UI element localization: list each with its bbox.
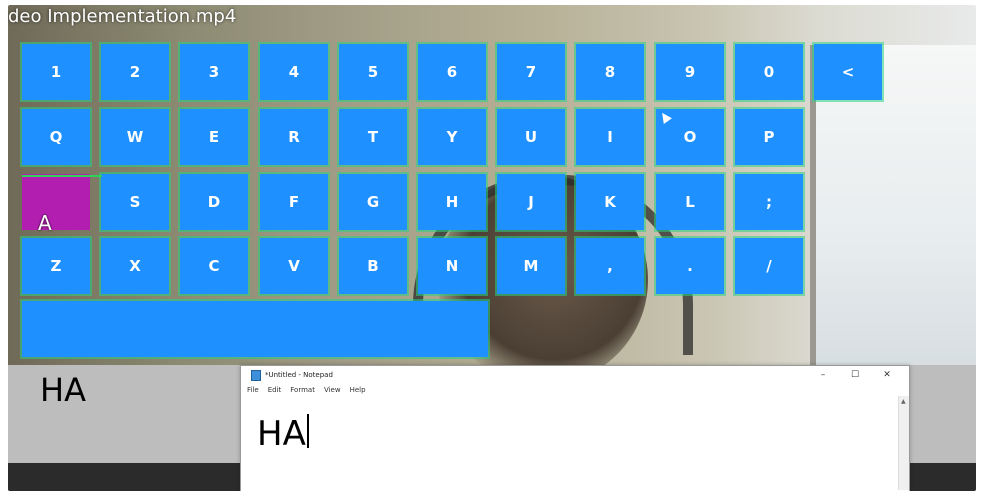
hand-tracking-line <box>22 175 102 177</box>
notepad-text-area[interactable]: HA <box>241 396 897 490</box>
video-title: deo Implementation.mp4 <box>8 6 237 27</box>
key-0-6[interactable]: 7 <box>497 44 565 100</box>
space-key[interactable] <box>22 301 488 357</box>
notepad-scrollbar[interactable]: ▲ <box>898 396 909 490</box>
key-3-2[interactable]: C <box>180 238 248 294</box>
key-3-3[interactable]: V <box>260 238 328 294</box>
key-3-4[interactable]: B <box>339 238 407 294</box>
key-0-10[interactable]: < <box>814 44 882 100</box>
key-2-3[interactable]: F <box>260 174 328 230</box>
notepad-content-wrap: HA <box>257 414 309 454</box>
key-1-7[interactable]: I <box>576 109 644 165</box>
key-0-8[interactable]: 9 <box>656 44 724 100</box>
key-2-5[interactable]: H <box>418 174 486 230</box>
hover-letter: A <box>38 211 52 235</box>
key-3-5[interactable]: N <box>418 238 486 294</box>
key-2-1[interactable]: S <box>101 174 169 230</box>
key-0-0[interactable]: 1 <box>22 44 90 100</box>
key-0-4[interactable]: 5 <box>339 44 407 100</box>
key-3-8[interactable]: . <box>656 238 724 294</box>
key-1-4[interactable]: T <box>339 109 407 165</box>
key-3-7[interactable]: , <box>576 238 644 294</box>
notepad-content: HA <box>257 414 306 454</box>
key-0-9[interactable]: 0 <box>735 44 803 100</box>
menu-file[interactable]: File <box>247 386 259 394</box>
notepad-window[interactable]: *Untitled - Notepad – ☐ ✕ File Edit Form… <box>240 365 910 491</box>
typed-text-overlay: HA <box>40 371 86 409</box>
key-2-7[interactable]: K <box>576 174 644 230</box>
key-0-5[interactable]: 6 <box>418 44 486 100</box>
key-2-8[interactable]: L <box>656 174 724 230</box>
menu-edit[interactable]: Edit <box>268 386 282 394</box>
key-3-1[interactable]: X <box>101 238 169 294</box>
key-2-4[interactable]: G <box>339 174 407 230</box>
key-1-3[interactable]: R <box>260 109 328 165</box>
key-3-9[interactable]: / <box>735 238 803 294</box>
key-1-5[interactable]: Y <box>418 109 486 165</box>
menu-view[interactable]: View <box>324 386 341 394</box>
scroll-up-icon[interactable]: ▲ <box>901 398 906 405</box>
key-2-0[interactable] <box>22 174 90 230</box>
key-1-0[interactable]: Q <box>22 109 90 165</box>
window-controls: – ☐ ✕ <box>807 366 903 384</box>
key-0-3[interactable]: 4 <box>260 44 328 100</box>
notepad-icon <box>251 369 261 381</box>
notepad-menubar: File Edit Format View Help <box>241 384 909 396</box>
key-0-1[interactable]: 2 <box>101 44 169 100</box>
minimize-button[interactable]: – <box>807 370 839 380</box>
key-2-2[interactable]: D <box>180 174 248 230</box>
key-1-2[interactable]: E <box>180 109 248 165</box>
video-player: deo Implementation.mp4 1 2 3 4 5 6 7 8 9 0 < Q W E R T Y… <box>8 5 976 491</box>
close-button[interactable]: ✕ <box>871 370 903 380</box>
menu-help[interactable]: Help <box>350 386 366 394</box>
key-3-0[interactable]: Z <box>22 238 90 294</box>
notepad-titlebar[interactable]: *Untitled - Notepad – ☐ ✕ <box>241 366 909 384</box>
maximize-button[interactable]: ☐ <box>839 370 871 380</box>
text-caret <box>306 414 309 448</box>
notepad-title: *Untitled - Notepad <box>265 371 333 379</box>
key-0-2[interactable]: 3 <box>180 44 248 100</box>
key-2-6[interactable]: J <box>497 174 565 230</box>
menu-format[interactable]: Format <box>290 386 315 394</box>
key-1-1[interactable]: W <box>101 109 169 165</box>
key-2-9[interactable]: ; <box>735 174 803 230</box>
key-0-7[interactable]: 8 <box>576 44 644 100</box>
key-1-9[interactable]: P <box>735 109 803 165</box>
key-1-6[interactable]: U <box>497 109 565 165</box>
key-3-6[interactable]: M <box>497 238 565 294</box>
